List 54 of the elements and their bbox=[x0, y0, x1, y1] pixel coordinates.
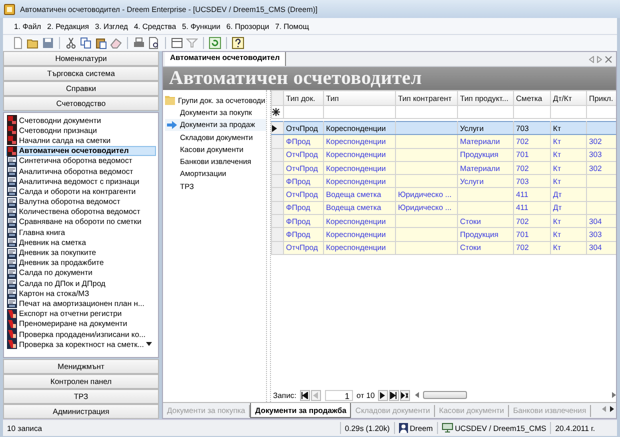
ledger-icon bbox=[7, 146, 17, 156]
copy-icon[interactable] bbox=[79, 36, 93, 50]
paste-icon[interactable] bbox=[94, 36, 108, 50]
cut-icon[interactable] bbox=[64, 36, 78, 50]
user-icon bbox=[398, 423, 408, 433]
print-icon[interactable] bbox=[132, 36, 146, 50]
tool-icon bbox=[7, 339, 17, 350]
tool-icon bbox=[7, 308, 17, 319]
arrow-icon bbox=[167, 120, 177, 129]
scroll-right-icon bbox=[597, 56, 602, 62]
report-icon bbox=[7, 186, 17, 196]
tool-icon bbox=[7, 318, 17, 329]
report-icon bbox=[7, 237, 17, 248]
last-record-button[interactable] bbox=[388, 390, 399, 400]
record-field[interactable]: 1 bbox=[324, 390, 352, 400]
report-icon bbox=[7, 268, 17, 278]
current-row-icon bbox=[272, 124, 277, 132]
folder-icon bbox=[165, 95, 175, 106]
scroll-left-icon bbox=[589, 56, 594, 62]
report-icon bbox=[7, 216, 17, 227]
scroll-right-icon bbox=[610, 406, 614, 412]
report-icon bbox=[7, 278, 17, 288]
first-record-button[interactable] bbox=[300, 390, 310, 400]
form-icon[interactable] bbox=[170, 36, 184, 50]
report-icon bbox=[7, 298, 17, 308]
new-row-icon bbox=[272, 108, 280, 116]
scroll-right-icon bbox=[612, 392, 616, 398]
computer-icon bbox=[442, 423, 453, 433]
ledger-icon bbox=[7, 125, 17, 136]
tool-icon bbox=[7, 329, 17, 340]
app-icon bbox=[4, 4, 15, 14]
report-icon bbox=[7, 196, 17, 207]
scrollbar-thumb[interactable] bbox=[422, 391, 467, 399]
scroll-down-icon bbox=[146, 341, 152, 348]
help-icon[interactable] bbox=[231, 36, 245, 50]
report-icon bbox=[7, 227, 17, 238]
save-icon[interactable] bbox=[41, 36, 55, 50]
scroll-left-icon bbox=[414, 392, 419, 398]
report-icon bbox=[7, 288, 17, 298]
report-icon bbox=[7, 176, 17, 186]
report-icon bbox=[7, 248, 17, 258]
report-icon bbox=[7, 166, 17, 176]
report-icon bbox=[7, 156, 17, 166]
page-heading: Автоматичен осчетоводител bbox=[169, 68, 422, 90]
next-record-button[interactable] bbox=[378, 390, 388, 400]
scroll-left-icon bbox=[602, 406, 606, 412]
new-record-button[interactable] bbox=[400, 390, 410, 400]
close-icon bbox=[605, 56, 612, 62]
refresh-icon[interactable] bbox=[208, 36, 222, 50]
report-icon bbox=[7, 258, 17, 268]
report-icon bbox=[7, 206, 17, 217]
ledger-icon bbox=[7, 135, 17, 146]
ledger-icon bbox=[7, 115, 17, 126]
print-preview-icon[interactable] bbox=[147, 36, 161, 50]
